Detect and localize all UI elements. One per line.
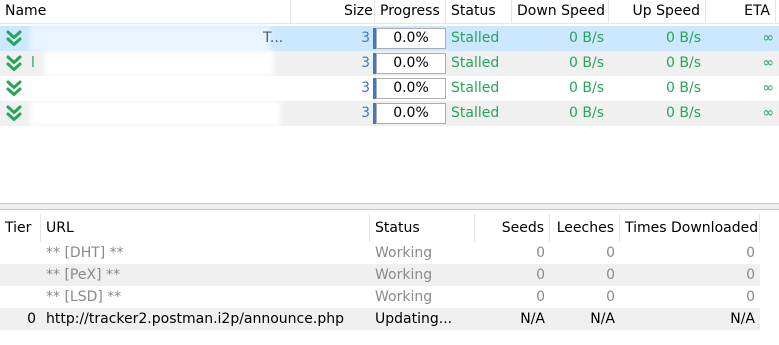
tracker-row[interactable]: ** [DHT] ** Working 0 0 0 [0, 242, 760, 264]
double-chevron-down-icon [6, 30, 22, 46]
tracker-url: http://tracker2.postman.i2p/announce.php [46, 311, 344, 327]
tracker-seeds: 0 [536, 267, 545, 283]
progress-bar: 0.0% [376, 78, 446, 99]
column-header-tracker-status[interactable]: Status [370, 214, 475, 242]
torrent-status: Stalled [451, 105, 500, 121]
torrent-down-speed: 0 B/s [569, 105, 604, 121]
tracker-leeches: 0 [606, 289, 615, 305]
torrent-name: T... [263, 30, 284, 46]
torrent-up-speed: 0 B/s [666, 105, 701, 121]
torrent-row[interactable]: 3 0.0% Stalled 0 B/s 0 B/s ∞ [0, 76, 779, 101]
torrent-down-speed: 0 B/s [569, 55, 604, 71]
progress-bar: 0.0% [376, 28, 446, 49]
column-header-seeds[interactable]: Seeds [475, 214, 550, 242]
column-header-times-downloaded[interactable]: Times Downloaded [620, 214, 760, 242]
double-chevron-down-icon [6, 55, 22, 71]
tracker-times-downloaded: N/A [730, 311, 755, 327]
double-chevron-down-icon [6, 105, 22, 121]
torrent-row[interactable]: 3 0.0% Stalled 0 B/s 0 B/s ∞ [0, 101, 779, 126]
torrent-status: Stalled [451, 30, 500, 46]
column-header-tier[interactable]: Tier [0, 214, 41, 242]
tracker-times-downloaded: 0 [746, 245, 755, 261]
torrent-down-speed: 0 B/s [569, 30, 604, 46]
torrent-size: 3 [361, 55, 370, 71]
tracker-url: ** [PeX] ** [46, 267, 120, 283]
torrent-eta: ∞ [762, 30, 774, 46]
torrent-row[interactable]: l 3 0.0% Stalled 0 B/s 0 B/s ∞ [0, 51, 779, 76]
torrent-list-header: Name Size Progress Status Down Speed Up … [0, 0, 779, 24]
column-header-name[interactable]: Name [0, 0, 291, 23]
tracker-times-downloaded: 0 [746, 289, 755, 305]
redacted-name [30, 26, 270, 51]
tracker-row[interactable]: ** [PeX] ** Working 0 0 0 [0, 264, 760, 286]
progress-bar: 0.0% [376, 53, 446, 74]
torrent-status: Stalled [451, 55, 500, 71]
trackers-header: Tier URL Status Seeds Leeches Times Down… [0, 214, 779, 242]
column-header-progress[interactable]: Progress [375, 0, 446, 23]
progress-bar: 0.0% [376, 103, 446, 124]
column-header-size[interactable]: Size [339, 0, 375, 23]
column-header-down-speed[interactable]: Down Speed [512, 0, 609, 23]
column-header-leeches[interactable]: Leeches [550, 214, 620, 242]
column-header-spacer [291, 0, 339, 23]
tracker-url: ** [LSD] ** [46, 289, 122, 305]
tracker-status: Updating... [375, 311, 453, 327]
tracker-tier [0, 264, 41, 286]
torrent-row[interactable]: T... 3 0.0% Stalled 0 B/s 0 B/s ∞ [0, 26, 779, 51]
torrent-up-speed: 0 B/s [666, 55, 701, 71]
torrent-size: 3 [361, 30, 370, 46]
tracker-tier [0, 242, 41, 264]
torrent-status: Stalled [451, 80, 500, 96]
pane-splitter[interactable] [0, 203, 779, 210]
redacted-name [44, 51, 274, 76]
tracker-seeds: 0 [536, 289, 545, 305]
tracker-row[interactable]: 0 http://tracker2.postman.i2p/announce.p… [0, 308, 760, 330]
double-chevron-down-icon [6, 80, 22, 96]
column-header-status[interactable]: Status [446, 0, 512, 23]
tracker-seeds: 0 [536, 245, 545, 261]
tracker-status: Working [375, 289, 433, 305]
tracker-tier [0, 286, 41, 308]
torrent-size: 3 [361, 105, 370, 121]
tracker-leeches: 0 [606, 267, 615, 283]
torrent-eta: ∞ [762, 55, 774, 71]
torrent-name [26, 101, 276, 126]
torrent-eta: ∞ [762, 80, 774, 96]
torrent-name [26, 76, 276, 101]
column-header-url[interactable]: URL [41, 214, 370, 242]
torrent-size: 3 [361, 80, 370, 96]
tracker-row[interactable]: ** [LSD] ** Working 0 0 0 [0, 286, 760, 308]
tracker-status: Working [375, 245, 433, 261]
torrent-eta: ∞ [762, 105, 774, 121]
tracker-url: ** [DHT] ** [46, 245, 124, 261]
tracker-leeches: 0 [606, 245, 615, 261]
tracker-status: Working [375, 267, 433, 283]
column-header-eta[interactable]: ETA [706, 0, 776, 23]
torrent-name: l [31, 55, 35, 71]
tracker-tier: 0 [27, 311, 36, 327]
tracker-seeds: N/A [520, 311, 545, 327]
tracker-times-downloaded: 0 [746, 267, 755, 283]
torrent-down-speed: 0 B/s [569, 80, 604, 96]
tracker-leeches: N/A [590, 311, 615, 327]
column-header-up-speed[interactable]: Up Speed [609, 0, 706, 23]
torrent-up-speed: 0 B/s [666, 80, 701, 96]
torrent-up-speed: 0 B/s [666, 30, 701, 46]
